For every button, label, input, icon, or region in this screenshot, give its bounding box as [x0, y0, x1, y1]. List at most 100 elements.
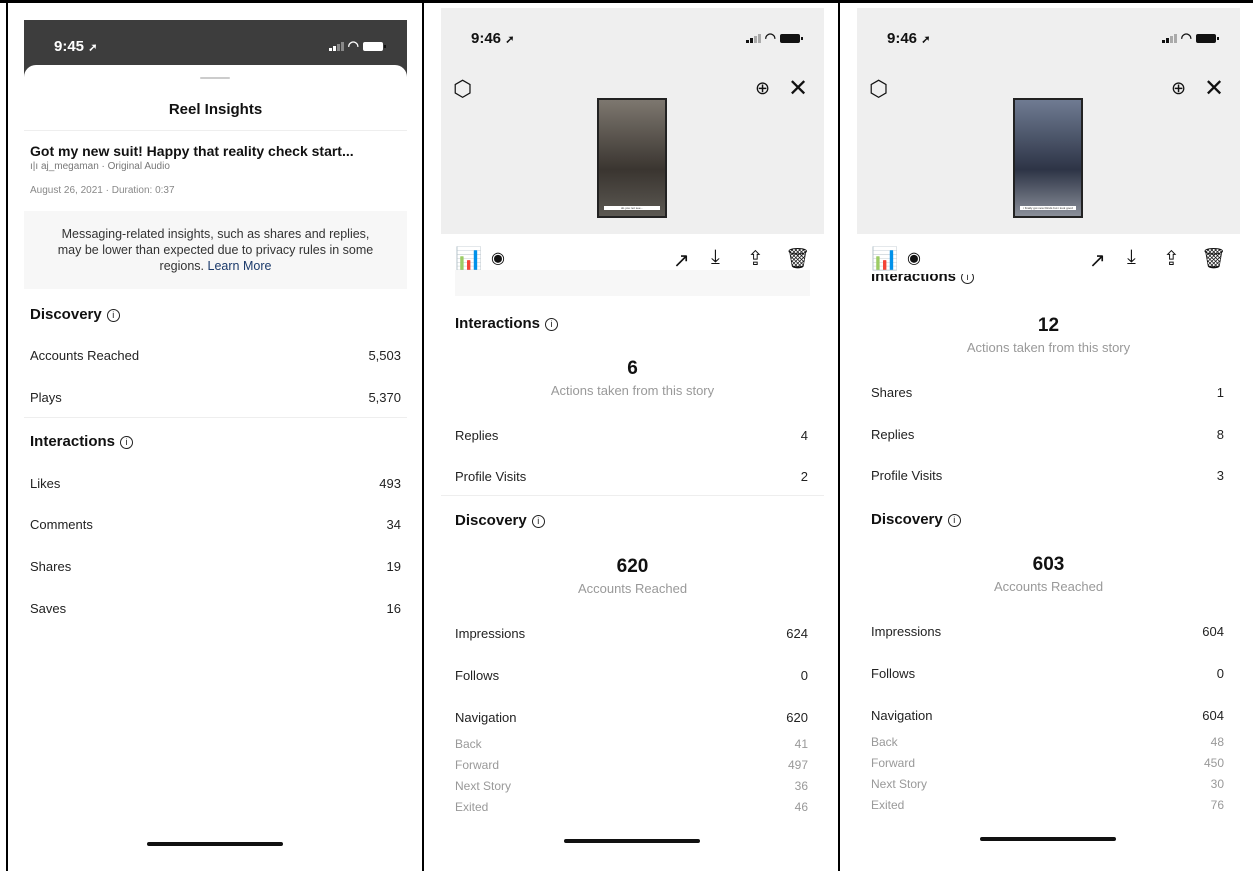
status-time: 9:45 ➚	[54, 38, 98, 55]
row-label: Shares	[871, 385, 913, 400]
audio-wave-icon: ı|ı	[30, 161, 39, 172]
row-value: 604	[1202, 708, 1224, 723]
sheet-grabber[interactable]	[200, 77, 230, 79]
accounts-reached-label: Accounts Reached	[577, 581, 688, 596]
download-icon[interactable]: ⤓	[1127, 246, 1136, 269]
download-circle-icon[interactable]: ⊕	[755, 78, 770, 99]
share-icon[interactable]: ⇪	[747, 246, 764, 271]
bar-chart-icon[interactable]: 📊	[455, 246, 482, 272]
divider	[24, 130, 407, 131]
wifi-icon: ◠	[1180, 30, 1192, 45]
row-value: 46	[794, 800, 808, 814]
notice-text: Messaging-related insights, such as shar…	[57, 227, 374, 273]
accounts-reached-label: Accounts Reached	[993, 579, 1104, 594]
trash-icon[interactable]: 🗑	[785, 246, 810, 271]
eye-icon[interactable]: ◉	[907, 248, 921, 268]
settings-icon[interactable]: ⬡	[869, 76, 888, 102]
frame-divider-2	[838, 0, 840, 871]
trend-icon[interactable]: ↗	[1089, 248, 1106, 273]
row-value: 0	[800, 668, 808, 683]
download-icon[interactable]: ⤓	[711, 246, 720, 269]
row-label: Forward	[871, 756, 916, 770]
frame-divider-1	[422, 0, 424, 871]
reel-title: Got my new suit! Happy that reality chec…	[30, 143, 354, 159]
row-label: Exited	[871, 798, 905, 812]
status-bar: 9:46 ➚ ◠	[857, 16, 1240, 60]
row-value: 2	[800, 469, 808, 484]
bottom-sheet: Reel Insights Got my new suit! Happy tha…	[24, 65, 407, 871]
download-circle-icon[interactable]: ⊕	[1171, 78, 1186, 99]
reel-insights-panel: 9:45 ➚ ◠ Reel Insights Got my new suit! …	[24, 8, 407, 871]
eye-icon[interactable]: ◉	[491, 248, 505, 268]
row-value: 1	[1216, 385, 1224, 400]
actions-label: Actions taken from this story	[550, 383, 715, 398]
row-value: 8	[1216, 427, 1224, 442]
divider	[24, 417, 407, 418]
settings-icon[interactable]: ⬡	[453, 76, 472, 102]
trash-icon[interactable]: 🗑	[1201, 246, 1226, 271]
discovery-heading: Discovery i	[871, 511, 961, 528]
row-value: 450	[1203, 756, 1224, 770]
row-value: 30	[1210, 777, 1224, 791]
status-bar: 9:46 ➚ ◠	[441, 16, 824, 60]
story-insights-panel-2: 9:46 ➚ ◠ ⬡ ⊕ ✕ i finally got new blinds …	[857, 8, 1240, 871]
row-label: Navigation	[455, 710, 517, 725]
row-label: Replies	[871, 427, 915, 442]
row-label: Follows	[871, 666, 916, 681]
discovery-heading: Discovery i	[30, 306, 120, 323]
info-icon[interactable]: i	[106, 309, 120, 322]
row-label: Back	[455, 737, 482, 751]
row-value: 497	[787, 758, 808, 772]
row-label: Back	[871, 735, 898, 749]
accounts-reached-count: 603	[1032, 554, 1065, 575]
info-icon[interactable]: i	[545, 318, 559, 331]
row-value: 624	[786, 626, 808, 641]
share-icon[interactable]: ⇪	[1163, 246, 1180, 271]
row-label: Likes	[30, 476, 61, 491]
home-indicator[interactable]	[980, 837, 1116, 841]
status-time: 9:46 ➚	[887, 30, 931, 47]
interactions-heading: Interactions i	[871, 274, 975, 286]
story-thumbnail[interactable]: do you not see...	[597, 98, 667, 218]
row-value: 4	[800, 428, 808, 443]
notice-remnant	[455, 270, 810, 296]
row-label: Accounts Reached	[30, 348, 140, 363]
battery-icon	[363, 41, 386, 51]
reel-meta: August 26, 2021 · Duration: 0:37	[30, 185, 175, 196]
frame-border-top	[0, 0, 1253, 3]
row-value: 36	[794, 779, 808, 793]
info-icon[interactable]: i	[120, 436, 134, 449]
bar-chart-icon[interactable]: 📊	[871, 246, 898, 272]
row-label: Next Story	[871, 777, 928, 791]
info-icon[interactable]: i	[531, 515, 545, 528]
home-indicator[interactable]	[564, 839, 700, 843]
actions-count: 6	[627, 358, 638, 379]
divider	[441, 495, 824, 496]
frame-border-left	[6, 0, 8, 871]
story-toolbar: 📊 ◉ ↗ ⤓ ⇪ 🗑	[857, 234, 1240, 274]
location-arrow-icon: ➚	[505, 34, 515, 46]
home-indicator[interactable]	[147, 842, 283, 846]
row-label: Impressions	[871, 624, 942, 639]
info-icon[interactable]: i	[961, 274, 975, 284]
row-value: 5,370	[368, 390, 401, 405]
row-value: 5,503	[368, 348, 401, 363]
thumb-caption: do you not see...	[604, 206, 660, 210]
info-icon[interactable]: i	[947, 514, 961, 527]
row-value: 493	[379, 476, 401, 491]
close-icon[interactable]: ✕	[788, 74, 808, 103]
row-label: Navigation	[871, 708, 933, 723]
story-thumbnail[interactable]: i finally got new blinds but i look good	[1013, 98, 1083, 218]
sheet-title: Reel Insights	[168, 101, 263, 118]
battery-icon	[1196, 33, 1219, 43]
learn-more-link[interactable]: Learn More	[208, 259, 272, 273]
status-bar: 9:45 ➚ ◠	[24, 24, 407, 68]
row-label: Profile Visits	[455, 469, 527, 484]
interactions-heading: Interactions i	[30, 433, 134, 450]
close-icon[interactable]: ✕	[1204, 74, 1224, 103]
interactions-heading: Interactions i	[455, 315, 559, 332]
row-label: Impressions	[455, 626, 526, 641]
actions-count: 12	[1037, 315, 1060, 336]
row-label: Saves	[30, 601, 67, 616]
reel-audio: ı|ı aj_megaman · Original Audio	[30, 161, 170, 172]
